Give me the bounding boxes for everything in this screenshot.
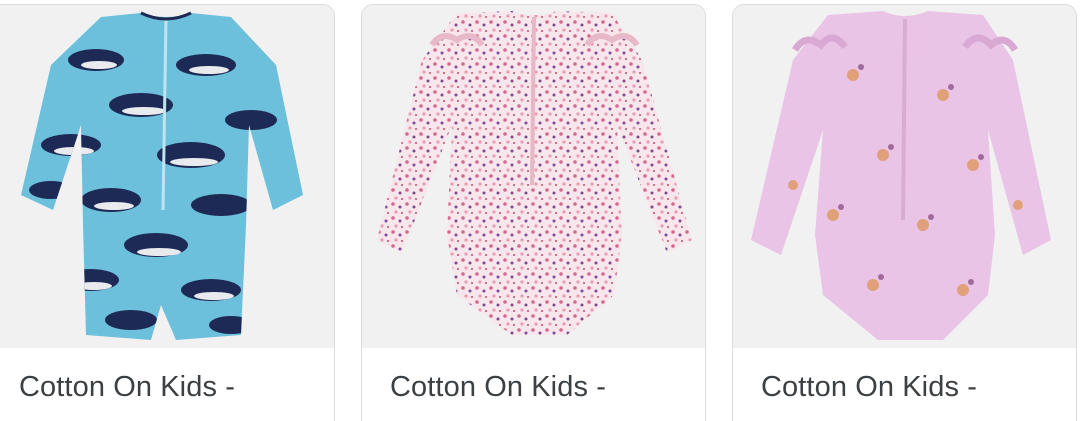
product-image-whale-swimsuit[interactable] bbox=[0, 5, 334, 348]
product-image-lilac-floral-swimsuit[interactable] bbox=[733, 5, 1076, 348]
product-title[interactable]: Cotton On Kids - bbox=[761, 369, 977, 405]
product-card[interactable]: Cotton On Kids - bbox=[732, 4, 1077, 421]
lilac-floral-swimsuit-graphic bbox=[751, 11, 1051, 340]
whale-swimsuit-graphic bbox=[21, 11, 303, 340]
pink-floral-swimsuit-graphic bbox=[377, 11, 692, 335]
product-card[interactable]: Cotton On Kids - bbox=[361, 4, 706, 421]
product-results-row: Cotton On Kids - Cotton On Kids - Cotton… bbox=[0, 0, 1090, 421]
product-card[interactable]: Cotton On Kids - bbox=[0, 4, 335, 421]
product-title[interactable]: Cotton On Kids - bbox=[19, 369, 235, 405]
product-title[interactable]: Cotton On Kids - bbox=[390, 369, 606, 405]
product-image-pink-floral-swimsuit[interactable] bbox=[362, 5, 705, 348]
